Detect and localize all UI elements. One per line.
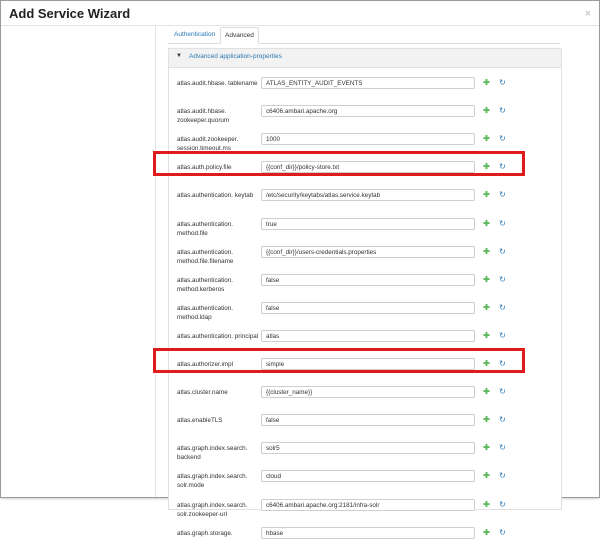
wizard-steps-sidebar [1, 26, 156, 497]
plus-icon[interactable]: ✚ [482, 415, 491, 424]
property-label: atlas.graph.storage. [177, 529, 233, 537]
property-value-input[interactable]: cloud [261, 470, 475, 483]
refresh-icon[interactable]: ↻ [498, 331, 507, 340]
plus-icon[interactable]: ✚ [482, 500, 491, 509]
property-label: atlas.authentication. method.ldap [177, 304, 234, 321]
tab-authentication[interactable]: Authentication [170, 27, 219, 43]
property-row: atlas.authentication. keytab/etc/securit… [169, 189, 561, 217]
property-row: atlas.enableTLS false ✚ ↻ [169, 414, 561, 442]
refresh-icon[interactable]: ↻ [498, 471, 507, 480]
property-value-input[interactable]: /etc/security/keytabs/atlas.service.keyt… [261, 189, 475, 202]
plus-icon[interactable]: ✚ [482, 303, 491, 312]
modal-title: Add Service Wizard [9, 6, 131, 21]
plus-icon[interactable]: ✚ [482, 78, 491, 87]
property-label: atlas.authentication. method.file.filena… [177, 248, 234, 265]
property-row: atlas.graph.index.search. solr.mode cloud… [169, 470, 561, 498]
property-value-input[interactable]: 1000 [261, 133, 475, 146]
highlight-box [153, 151, 525, 177]
config-tabs: Authentication Advanced [168, 27, 560, 44]
property-label: atlas.graph.index.search. solr.zookeeper… [177, 501, 248, 518]
property-label: atlas.cluster.name [177, 389, 228, 397]
plus-icon[interactable]: ✚ [482, 331, 491, 340]
refresh-icon[interactable]: ↻ [498, 134, 507, 143]
property-label: atlas.authentication. method.kerberos [177, 276, 234, 293]
refresh-icon[interactable]: ↻ [498, 415, 507, 424]
advanced-properties-panel: ▼ Advanced application-properties atlas.… [168, 48, 562, 539]
property-value-input[interactable]: {{conf_dir}}/users-credentials.propertie… [261, 245, 475, 258]
panel-header[interactable]: ▼ Advanced application-properties [169, 49, 561, 68]
property-row: atlas.authentication. method.ldap false ✚ ↻ [169, 301, 561, 330]
plus-icon[interactable]: ✚ [482, 106, 491, 115]
close-icon[interactable]: × [585, 8, 591, 20]
property-label: atlas.authentication. principal [177, 332, 259, 340]
refresh-icon[interactable]: ↻ [498, 78, 507, 87]
property-row: atlas.graph.storage. hbase ✚ ↻ [169, 526, 561, 555]
plus-icon[interactable]: ✚ [482, 134, 491, 143]
property-row: atlas.authentication. method.kerberos fal… [169, 273, 561, 302]
property-value-input[interactable]: {{cluster_name}} [261, 386, 475, 399]
tab-advanced[interactable]: Advanced [220, 27, 259, 44]
property-label: atlas.audit.hbase. tablename [177, 80, 258, 87]
property-label: atlas.audit.hbase. zookeeper.quorum [177, 108, 230, 125]
property-label: atlas.authentication. keytab [177, 192, 254, 200]
panel-title: Advanced application-properties [189, 53, 282, 60]
property-value-input[interactable]: atlas [261, 329, 475, 342]
property-row: atlas.graph.index.search. solr.zookeeper… [169, 498, 561, 527]
plus-icon[interactable]: ✚ [482, 275, 491, 284]
refresh-icon[interactable]: ↻ [498, 528, 507, 537]
modal-header: Add Service Wizard × [1, 1, 599, 26]
property-label: atlas.graph.index.search. solr.mode [177, 473, 248, 490]
property-value-input[interactable]: false [261, 301, 475, 314]
refresh-icon[interactable]: ↻ [498, 219, 507, 228]
property-row: atlas.cluster.name {{cluster_name}} ✚ ↻ [169, 386, 561, 414]
property-row: atlas.graph.index.search. backend solr5 ✚ ↻ [169, 442, 561, 470]
refresh-icon[interactable]: ↻ [498, 275, 507, 284]
refresh-icon[interactable]: ↻ [498, 387, 507, 396]
plus-icon[interactable]: ✚ [482, 528, 491, 537]
property-value-input[interactable]: false [261, 273, 475, 286]
property-row: atlas.audit.hbase. zookeeper.quorum c6406… [169, 105, 561, 133]
refresh-icon[interactable]: ↻ [498, 190, 507, 199]
property-label: atlas.enableTLS [177, 417, 223, 425]
property-row: atlas.authentication. method.file.filena… [169, 245, 561, 274]
plus-icon[interactable]: ✚ [482, 471, 491, 480]
plus-icon[interactable]: ✚ [482, 190, 491, 199]
collapse-caret-icon: ▼ [176, 53, 182, 59]
refresh-icon[interactable]: ↻ [498, 443, 507, 452]
property-value-input[interactable]: solr5 [261, 442, 475, 455]
property-label: atlas.authentication. method.file [177, 220, 234, 237]
highlight-box [153, 348, 525, 373]
property-row: atlas.audit.hbase. tablename ATLAS_ENTITY… [169, 77, 561, 105]
property-value-input[interactable]: true [261, 217, 475, 230]
refresh-icon[interactable]: ↻ [498, 500, 507, 509]
refresh-icon[interactable]: ↻ [498, 247, 507, 256]
plus-icon[interactable]: ✚ [482, 219, 491, 228]
property-value-input[interactable]: c6406.ambari.apache.org:2181/infra-solr [261, 498, 475, 511]
plus-icon[interactable]: ✚ [482, 443, 491, 452]
property-label: atlas.graph.index.search. backend [177, 445, 248, 462]
property-value-input[interactable]: false [261, 414, 475, 427]
property-row: atlas.authentication. method.file true ✚ ↻ [169, 217, 561, 246]
property-value-input[interactable]: hbase [261, 526, 475, 539]
refresh-icon[interactable]: ↻ [498, 106, 507, 115]
plus-icon[interactable]: ✚ [482, 247, 491, 256]
refresh-icon[interactable]: ↻ [498, 303, 507, 312]
plus-icon[interactable]: ✚ [482, 387, 491, 396]
property-value-input[interactable]: c6406.ambari.apache.org [261, 105, 475, 118]
property-value-input[interactable]: ATLAS_ENTITY_AUDIT_EVENTS [261, 77, 475, 89]
